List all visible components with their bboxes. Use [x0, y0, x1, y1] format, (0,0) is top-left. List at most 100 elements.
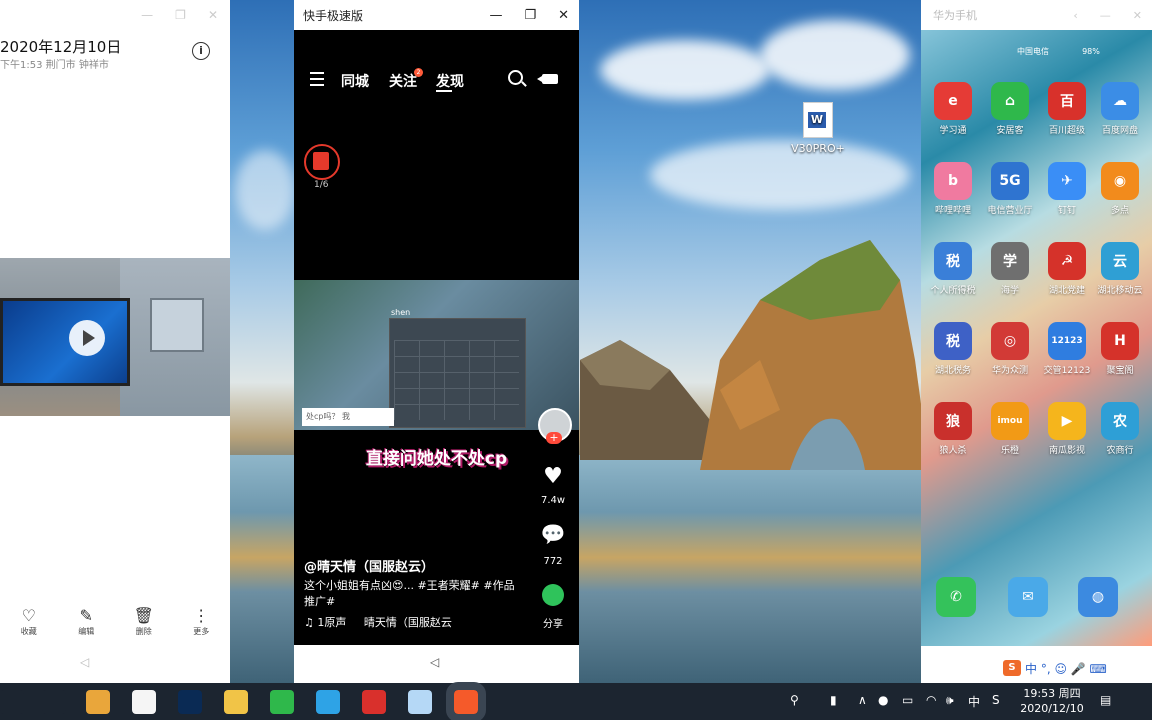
back-icon[interactable]: ‹ [1073, 9, 1077, 22]
tab-nearby[interactable]: 同城 [341, 71, 369, 91]
app-16[interactable]: 狼狼人杀 [926, 402, 980, 456]
sogou-ime-icon[interactable]: S [1003, 660, 1021, 676]
close-icon[interactable]: ✕ [558, 8, 569, 23]
close-icon[interactable]: ✕ [208, 8, 218, 22]
app-2[interactable]: 百百川超级 [1040, 82, 1094, 136]
chrome-icon[interactable] [86, 690, 110, 714]
author-name[interactable]: @晴天情（国服赵云） [304, 556, 434, 575]
desktop-file-icon[interactable]: V30PRO+ [788, 102, 848, 155]
red-packet-icon[interactable] [304, 144, 340, 180]
music-info[interactable]: ♫ 1原声 晴天情（国服赵云 [304, 614, 452, 630]
battery-icon[interactable]: ▮ [830, 693, 837, 707]
app-15[interactable]: H 聚宝阁 [1093, 322, 1147, 376]
app-5[interactable]: 5G 电信营业厅 [983, 162, 1037, 216]
dock-app-1[interactable]: ✉ [1001, 577, 1055, 620]
delete-button[interactable]: 🗑 删除 [121, 606, 167, 637]
app-label: 多点 [1110, 206, 1129, 216]
dock-app-0[interactable]: ✆ [929, 577, 983, 620]
favorite-button[interactable]: ♡ 收藏 [6, 606, 52, 637]
mindmap-icon[interactable] [132, 690, 156, 714]
colorpicker-icon[interactable] [408, 690, 432, 714]
maximize-icon[interactable]: ❐ [524, 8, 536, 23]
app-0[interactable]: e 学习通 [926, 82, 980, 136]
app-18[interactable]: ▶ 南瓜影视 [1040, 402, 1094, 456]
app-icon: 百 [1048, 82, 1086, 120]
search-icon[interactable] [0, 690, 24, 714]
app-1[interactable]: ⌂ 安居客 [983, 82, 1037, 136]
app-label: 湖北移动云 [1097, 286, 1143, 296]
photo-preview[interactable] [0, 258, 230, 416]
wechat-share-icon[interactable] [540, 584, 566, 606]
wifi-icon[interactable]: ◠ [926, 693, 936, 707]
video-tag: shen [391, 308, 411, 317]
file-explorer-icon[interactable] [224, 690, 248, 714]
record-icon[interactable] [362, 690, 386, 714]
battery-label: 98% [1082, 47, 1100, 56]
wechat-icon[interactable] [270, 690, 294, 714]
info-icon[interactable]: i [192, 42, 210, 60]
tab-follow[interactable]: 关注 [389, 71, 417, 91]
cloud [235, 150, 295, 230]
play-icon[interactable] [69, 320, 105, 356]
app-6[interactable]: ✈ 钉钉 [1040, 162, 1094, 216]
close-icon[interactable]: ✕ [1133, 9, 1142, 22]
app-8[interactable]: 税个人所得税 [926, 242, 980, 296]
app-7[interactable]: ◉ 多点 [1093, 162, 1147, 216]
video-frame[interactable]: shen 处cp吗？ 我 [294, 280, 579, 430]
app-19[interactable]: 农农商行 [1093, 402, 1147, 456]
follow-plus-icon[interactable]: + [546, 432, 562, 444]
people-icon[interactable]: ⚲ [790, 693, 799, 707]
app-11[interactable]: 云湖北移动云 [1093, 242, 1147, 296]
menu-icon[interactable] [310, 72, 324, 90]
app-12[interactable]: 税湖北税务 [926, 322, 980, 376]
chevron-up-icon[interactable]: ∧ [858, 693, 867, 707]
app-9[interactable]: 学海学 [983, 242, 1037, 296]
edit-button[interactable]: ✎ 编辑 [63, 606, 109, 637]
minimize-icon[interactable]: — [141, 8, 153, 22]
app-13[interactable]: ◎ 华为众测 [983, 322, 1037, 376]
app-icon: ◉ [1101, 162, 1139, 200]
app-icon: 农 [1101, 402, 1139, 440]
follow-badge: 2 [414, 68, 423, 77]
sogou-tray-icon[interactable]: S [992, 693, 1000, 707]
more-button[interactable]: ⋮ 更多 [178, 606, 224, 637]
ime-toolbar[interactable]: 中 °, ☺ 🎤 ⌨ [1025, 660, 1107, 677]
comment-icon[interactable]: 💬 [540, 522, 566, 546]
heart-icon[interactable]: ♥ [540, 464, 566, 489]
action-label: 更多 [193, 627, 210, 636]
back-icon[interactable]: ◁ [430, 655, 439, 669]
tab-discover[interactable]: 发现 [436, 71, 464, 91]
app-label: 农商行 [1106, 446, 1134, 456]
device-icon[interactable]: ▭ [902, 693, 913, 707]
taskbar-clock[interactable]: 19:53 周四 2020/12/10 [1020, 686, 1084, 716]
dock-app-2[interactable]: ◍ [1071, 577, 1125, 620]
app-label: 乐橙 [1000, 446, 1019, 456]
kuaishou-titlebar: 快手极速版 — ❐ ✕ [294, 0, 579, 30]
ime-indicator[interactable]: 中 [968, 693, 980, 710]
app-14[interactable]: 12123 交管12123 [1040, 322, 1094, 376]
app-17[interactable]: imou 乐橙 [983, 402, 1037, 456]
kuaishou-nav: 同城 关注 2 发现 [294, 60, 579, 100]
task-view-icon[interactable] [42, 690, 66, 714]
app-icon: b [934, 162, 972, 200]
tray-app-icon[interactable]: ● [878, 693, 888, 707]
app-label: 百川超级 [1048, 126, 1085, 136]
maximize-icon[interactable]: ❐ [175, 8, 186, 22]
notification-icon[interactable]: ▤ [1100, 693, 1111, 707]
app-4[interactable]: b 哔哩哔哩 [926, 162, 980, 216]
search-icon[interactable] [508, 70, 523, 85]
minimize-icon[interactable]: — [1100, 9, 1111, 22]
camera-icon[interactable] [537, 74, 558, 84]
app-label: 交管12123 [1043, 366, 1091, 376]
app-label: 海学 [1000, 286, 1019, 296]
ime-bar: S 中 °, ☺ 🎤 ⌨ [921, 646, 1152, 683]
screen-share-icon[interactable] [316, 690, 340, 714]
kuaishou-icon[interactable] [446, 682, 486, 720]
app-10[interactable]: ☭ 湖北党建 [1040, 242, 1094, 296]
volume-icon[interactable]: 🕪 [946, 693, 954, 708]
windows-taskbar: ⚲ ▮ ∧ ● ▭ ◠ 🕪 中 S 19:53 周四 2020/12/10 ▤ [0, 682, 1152, 720]
photoshop-icon[interactable] [178, 690, 202, 714]
app-3[interactable]: ☁ 百度网盘 [1093, 82, 1147, 136]
minimize-icon[interactable]: — [489, 8, 502, 23]
back-icon[interactable]: ◁ [80, 655, 89, 669]
